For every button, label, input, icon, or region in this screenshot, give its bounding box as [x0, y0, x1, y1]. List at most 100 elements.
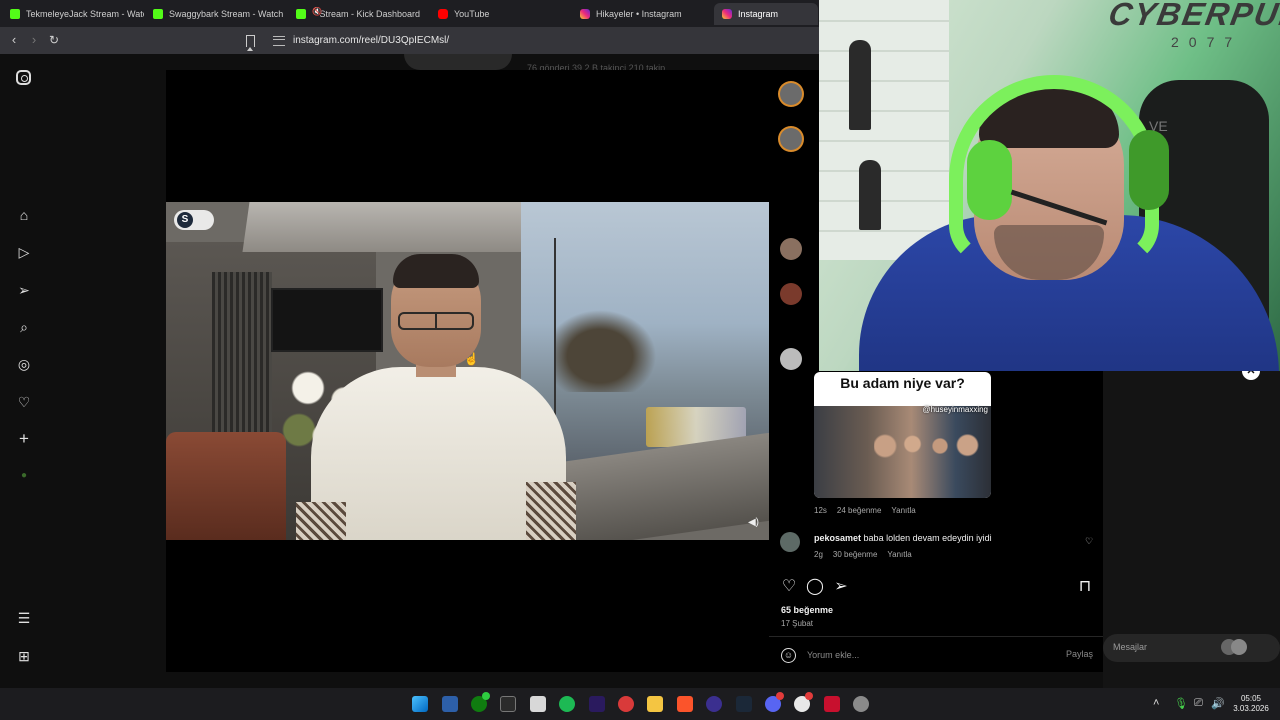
settings-icon[interactable] — [853, 696, 869, 712]
bookmark-icon[interactable] — [246, 34, 255, 51]
create-icon[interactable]: + — [16, 430, 32, 447]
video-person-glasses — [398, 312, 474, 330]
comment-likes[interactable]: 24 beğenme — [837, 506, 881, 515]
windows-taskbar: ˄ 🎙 ⎚ 🔊 05:05 3.03.2026 — [0, 688, 1280, 720]
comment-like-icon[interactable]: ♡ — [1085, 537, 1093, 546]
clock-date: 3.03.2026 — [1233, 704, 1269, 713]
instagram-logo-icon[interactable] — [16, 70, 31, 85]
s-logo-icon: S — [177, 212, 193, 228]
also-from-meta-icon[interactable]: ⊞ — [16, 648, 32, 664]
youtube-icon — [438, 9, 448, 19]
tab-swaggybark[interactable]: Swaggybark Stream - Watch Li — [145, 3, 285, 25]
comment-body: baba lolden devam edeydin iyidi — [863, 533, 992, 543]
likes-count[interactable]: 65 beğenme — [781, 605, 833, 615]
network-icon[interactable]: ⎚ — [1194, 697, 1203, 710]
notification-badge — [482, 692, 490, 700]
reels-icon[interactable]: ▷ — [16, 244, 32, 260]
comment-image[interactable]: Bu adam niye var? @huseyinmaxxing — [814, 372, 991, 498]
profile-icon[interactable]: ● — [16, 468, 32, 484]
avatar[interactable] — [780, 83, 802, 105]
epic-games-icon[interactable] — [500, 696, 516, 712]
reload-icon[interactable]: ↻ — [46, 32, 62, 48]
system-clock[interactable]: 05:05 3.03.2026 — [1228, 694, 1274, 714]
volume-icon[interactable]: 🔊 — [1211, 697, 1225, 710]
tab-label: Instagram — [738, 9, 779, 19]
video-blinds — [212, 272, 272, 432]
microphone-icon[interactable]: 🎙 — [1174, 697, 1188, 710]
reply-button[interactable]: Yanıtla — [887, 550, 911, 559]
video-logo-stamp: S — [174, 210, 214, 230]
comment-composer: ☺ Paylaş — [769, 636, 1103, 672]
tab-tekmeleyejack[interactable]: TekmeleyeJack Stream - Watch — [2, 3, 144, 25]
spotify-icon[interactable] — [559, 696, 575, 712]
notification-badge — [776, 692, 784, 700]
premiere-icon[interactable] — [589, 696, 605, 712]
instagram-icon — [722, 9, 732, 19]
webcam-posters — [819, 0, 949, 260]
recorder-icon[interactable] — [618, 696, 634, 712]
post-comment-button[interactable]: Paylaş — [1066, 649, 1093, 659]
poster-logo: CYBERPUNK — [1105, 0, 1280, 32]
video-tv — [271, 288, 383, 352]
tab-hikayeler[interactable]: Hikayeler • Instagram — [572, 3, 712, 25]
poster-figure — [849, 40, 871, 130]
avatar[interactable] — [780, 532, 800, 552]
chevron-up-icon[interactable]: ˄ — [1153, 697, 1159, 709]
more-menu-icon[interactable]: ☰ — [16, 610, 32, 626]
like-icon[interactable]: ♡ — [780, 578, 798, 596]
tab-youtube[interactable]: YouTube — [430, 3, 570, 25]
task-view-icon[interactable] — [442, 696, 458, 712]
comment-likes[interactable]: 30 beğenme — [833, 550, 877, 559]
explore-icon[interactable]: ◎ — [16, 356, 32, 372]
post-date: 17 Şubat — [781, 619, 814, 628]
home-icon[interactable]: ⌂ — [16, 207, 32, 223]
steam-icon[interactable] — [736, 696, 752, 712]
comment-username[interactable]: pekosamet — [814, 533, 861, 543]
reel-video[interactable]: S ☝ ◀) — [166, 202, 769, 540]
comment-meta: 2g 30 beğenme Yanıtla — [814, 550, 912, 559]
avatar[interactable] — [780, 128, 802, 150]
muted-icon[interactable] — [312, 7, 326, 19]
app-icon[interactable] — [824, 696, 840, 712]
avatar[interactable] — [780, 238, 802, 260]
headset-earcup — [967, 140, 1012, 220]
messages-label: Mesajlar — [1113, 642, 1148, 652]
instagram-icon — [580, 9, 590, 19]
search-icon[interactable]: ⌕ — [16, 319, 32, 335]
tab-instagram[interactable]: Instagram — [714, 3, 818, 25]
kick-icon — [10, 9, 20, 19]
site-settings-icon[interactable] — [273, 35, 285, 46]
direct-messages-icon[interactable]: ➢ — [16, 282, 32, 298]
address-bar[interactable]: instagram.com/reel/DU3QpIECMsl/ — [246, 31, 816, 51]
volume-icon[interactable]: ◀) — [748, 517, 759, 528]
save-icon[interactable]: ⊓ — [1076, 578, 1094, 596]
reply-button[interactable]: Yanıtla — [891, 506, 915, 515]
avatar[interactable] — [780, 348, 802, 370]
post-actions: ♡ ◯ ➢ ⊓ — [780, 578, 1092, 596]
video-trees — [556, 302, 666, 392]
meme-caption: Bu adam niye var? — [840, 375, 965, 391]
headset-earcup — [1129, 130, 1169, 210]
notification-badge — [805, 692, 813, 700]
brave-icon[interactable] — [677, 696, 693, 712]
messages-bar[interactable]: Mesajlar — [1103, 634, 1280, 662]
comment-input[interactable] — [807, 647, 1007, 663]
tab-kick-dashboard[interactable]: Stream - Kick Dashboard — [288, 3, 428, 25]
video-plaid-sleeve — [526, 482, 576, 540]
calculator-icon[interactable] — [530, 696, 546, 712]
reel-letterbox-top — [166, 70, 769, 202]
notifications-icon[interactable]: ♡ — [16, 394, 32, 410]
share-icon[interactable]: ➢ — [832, 578, 850, 596]
tab-label: Hikayeler • Instagram — [596, 9, 682, 19]
forward-icon[interactable]: › — [26, 32, 42, 48]
avatar[interactable] — [780, 283, 802, 305]
comment-icon[interactable]: ◯ — [806, 578, 824, 596]
start-icon[interactable] — [412, 696, 428, 712]
obs-icon[interactable] — [706, 696, 722, 712]
back-icon[interactable]: ‹ — [6, 32, 22, 48]
tab-label: TekmeleyeJack Stream - Watch — [26, 9, 144, 19]
comment-age: 2g — [814, 550, 823, 559]
file-explorer-icon[interactable] — [647, 696, 663, 712]
url-text[interactable]: instagram.com/reel/DU3QpIECMsl/ — [293, 35, 449, 46]
emoji-icon[interactable]: ☺ — [781, 648, 796, 663]
